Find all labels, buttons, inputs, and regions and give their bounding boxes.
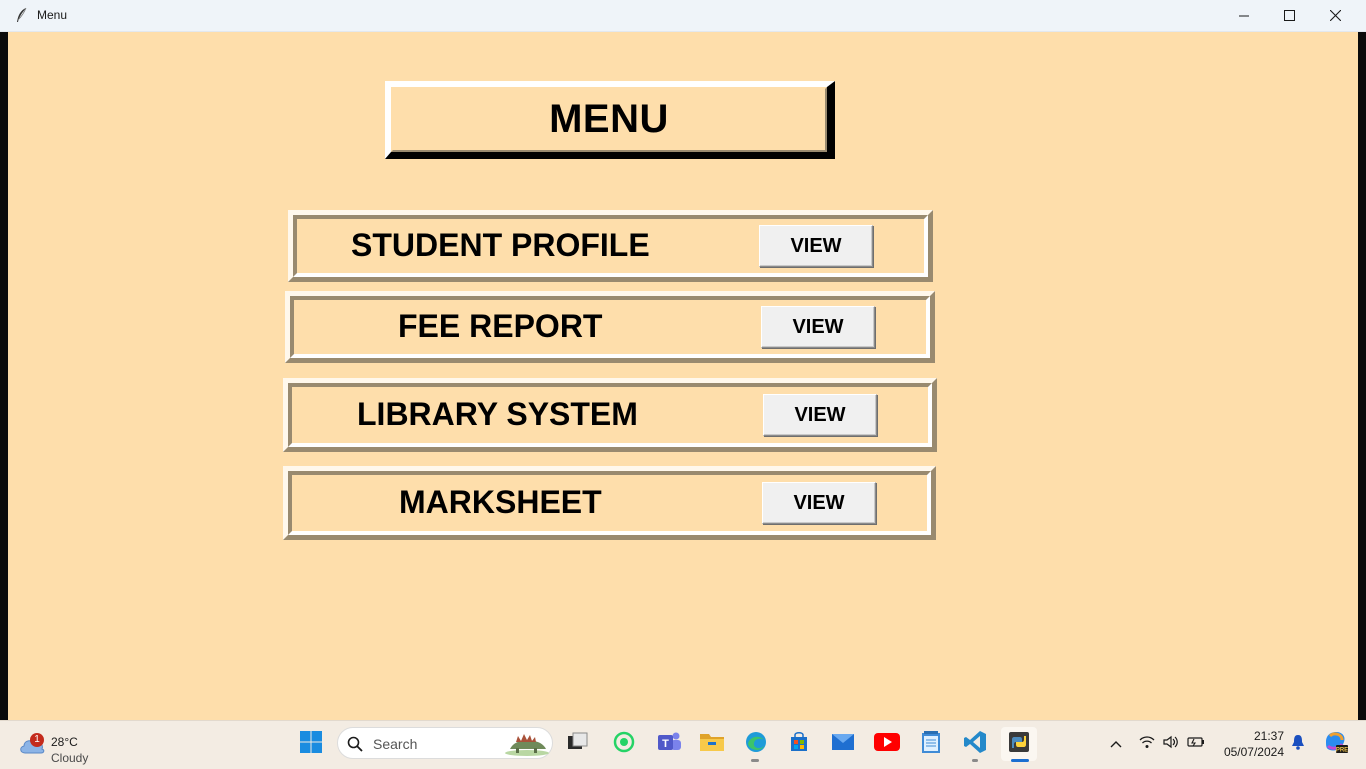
menu-item-label-marksheet: MARKSHEET bbox=[399, 484, 602, 520]
maximize-button[interactable] bbox=[1266, 0, 1312, 31]
store-button[interactable] bbox=[781, 727, 817, 761]
teams-button[interactable]: T bbox=[651, 727, 687, 761]
taskbar-search-box[interactable]: Search bbox=[337, 727, 553, 759]
title-bar[interactable]: Menu bbox=[0, 0, 1366, 32]
menu-item-label-fee-report: FEE REPORT bbox=[398, 308, 603, 344]
network-sound-battery-button[interactable] bbox=[1136, 727, 1208, 761]
notepad-icon bbox=[921, 730, 941, 759]
windows-start-icon bbox=[299, 730, 323, 759]
wifi-icon bbox=[1139, 735, 1155, 754]
mail-button[interactable] bbox=[825, 727, 861, 761]
weather-widget[interactable]: 1 28°C Cloudy bbox=[14, 727, 114, 765]
vscode-button[interactable] bbox=[957, 727, 993, 761]
search-placeholder: Search bbox=[373, 736, 418, 752]
page-title: MENU bbox=[549, 97, 669, 141]
youtube-icon bbox=[874, 732, 900, 756]
bell-icon bbox=[1291, 734, 1305, 755]
menu-item-label-library-system: LIBRARY SYSTEM bbox=[357, 396, 638, 432]
python-icon bbox=[1007, 730, 1031, 759]
start-button[interactable] bbox=[293, 727, 329, 761]
view-fee-report-button[interactable]: VIEW bbox=[761, 306, 875, 348]
task-view-button[interactable] bbox=[560, 727, 596, 761]
svg-text:PRE: PRE bbox=[1336, 747, 1348, 753]
notifications-button[interactable] bbox=[1287, 727, 1309, 761]
whatsapp-icon bbox=[613, 731, 635, 758]
clock-time: 21:37 bbox=[1253, 729, 1284, 743]
vscode-icon bbox=[963, 730, 987, 759]
task-view-icon bbox=[567, 732, 589, 757]
search-highlight-image bbox=[504, 731, 550, 762]
svg-text:T: T bbox=[662, 738, 669, 750]
view-library-system-button[interactable]: VIEW bbox=[763, 394, 877, 436]
window-title: Menu bbox=[37, 8, 68, 22]
edge-icon bbox=[744, 730, 768, 759]
show-hidden-icons-button[interactable] bbox=[1104, 727, 1128, 761]
youtube-button[interactable] bbox=[869, 727, 905, 761]
minimize-button[interactable] bbox=[1221, 0, 1267, 31]
volume-icon bbox=[1163, 735, 1179, 754]
teams-icon: T bbox=[656, 730, 682, 759]
file-explorer-icon bbox=[699, 731, 725, 758]
weather-condition: Cloudy bbox=[51, 751, 89, 765]
copilot-icon: PRE bbox=[1322, 730, 1348, 759]
notepad-button[interactable] bbox=[913, 727, 949, 761]
view-student-profile-button[interactable]: VIEW bbox=[759, 225, 873, 267]
edge-running-indicator bbox=[751, 759, 759, 762]
menu-item-label-student-profile: STUDENT PROFILE bbox=[351, 227, 650, 263]
close-button[interactable] bbox=[1312, 0, 1358, 31]
menu-heading-frame: MENU bbox=[385, 81, 835, 159]
search-icon bbox=[347, 736, 363, 757]
view-marksheet-button[interactable]: VIEW bbox=[762, 482, 876, 524]
mail-icon bbox=[831, 732, 855, 757]
clock-date: 05/07/2024 bbox=[1223, 745, 1284, 759]
window-edge-right bbox=[1358, 32, 1366, 720]
edge-button[interactable] bbox=[738, 727, 774, 761]
weather-temperature: 28°C bbox=[51, 735, 78, 749]
file-explorer-button[interactable] bbox=[694, 727, 730, 761]
app-window: Menu MENU STUDENT PROFILE VIEW FEE REPOR… bbox=[0, 0, 1366, 720]
whatsapp-button[interactable] bbox=[606, 727, 642, 761]
window-edge-left bbox=[0, 32, 8, 720]
store-icon bbox=[788, 731, 810, 758]
python-active-indicator bbox=[1011, 759, 1029, 762]
chevron-up-icon bbox=[1110, 735, 1122, 753]
clock[interactable]: 21:37 05/07/2024 bbox=[1214, 728, 1284, 760]
copilot-button[interactable]: PRE bbox=[1320, 727, 1350, 761]
weather-badge: 1 bbox=[30, 733, 44, 747]
feather-icon bbox=[14, 7, 30, 23]
vscode-running-indicator bbox=[972, 759, 978, 762]
python-button[interactable] bbox=[1001, 727, 1037, 761]
battery-icon bbox=[1187, 735, 1205, 753]
